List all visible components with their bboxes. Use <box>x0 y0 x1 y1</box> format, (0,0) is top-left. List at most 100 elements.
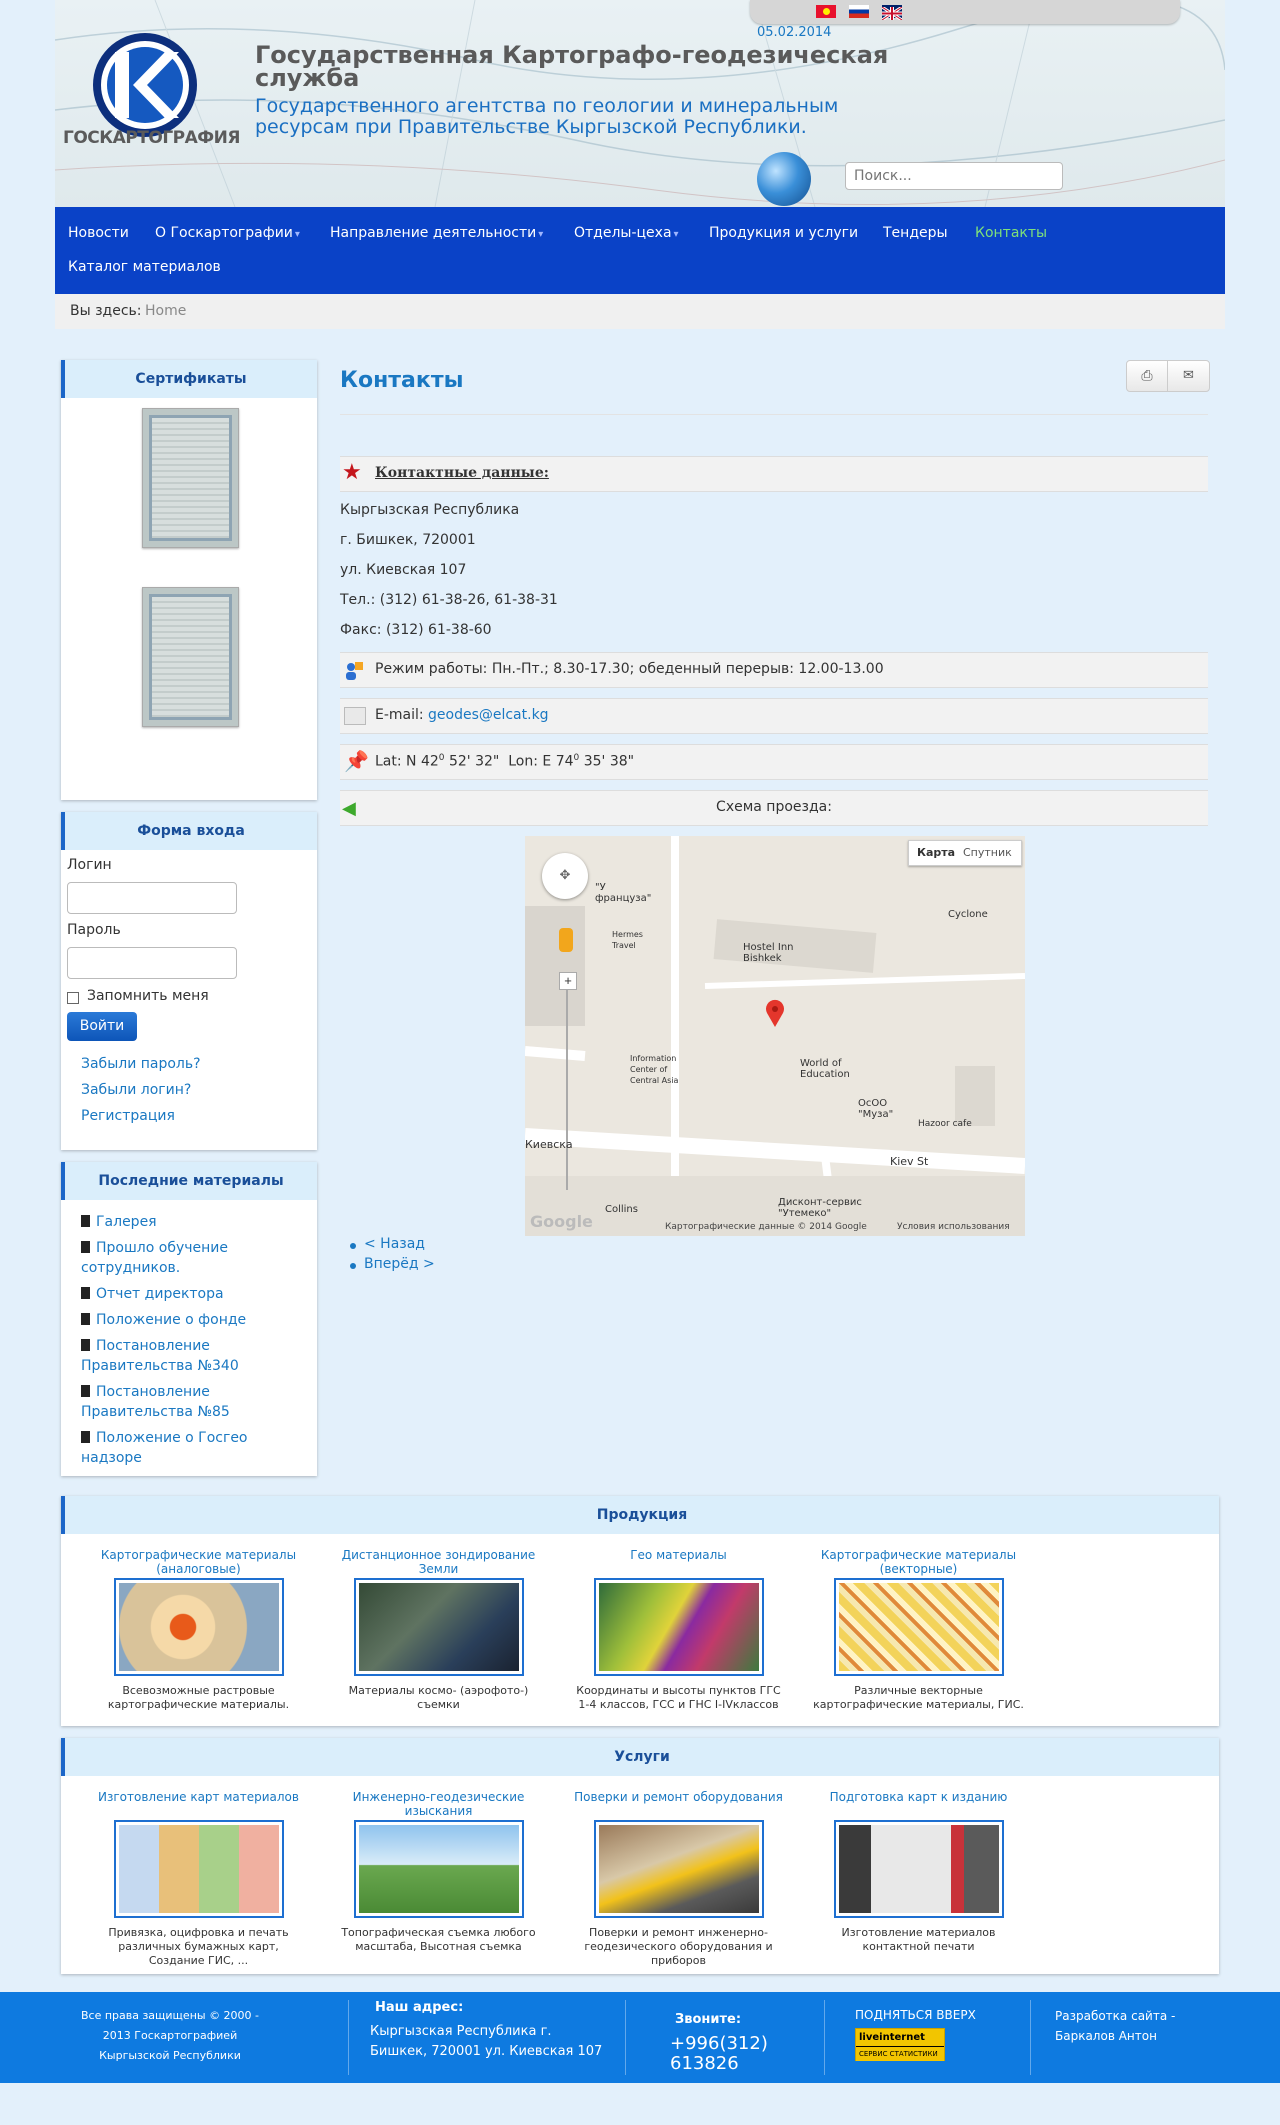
latest-item[interactable]: Галерея <box>81 1212 311 1232</box>
certificate-image[interactable] <box>142 587 239 727</box>
nav-item-about[interactable]: О Госкартографии ▾ <box>155 225 300 241</box>
divider <box>340 414 1208 415</box>
service-title[interactable]: Подготовка карт к изданию <box>811 1790 1026 1820</box>
register-link[interactable]: Регистрация <box>81 1108 175 1124</box>
latest-item[interactable]: Положение о Госгео надзоре <box>81 1428 311 1468</box>
flag-ru-icon[interactable] <box>849 5 869 18</box>
nav-item-catalog[interactable]: Каталог материалов <box>68 259 221 275</box>
service-image[interactable] <box>113 1820 284 1918</box>
certificate-image[interactable] <box>142 408 239 548</box>
map-label: Дисконт-сервис "Утемеко" <box>778 1197 862 1219</box>
service-image[interactable] <box>833 1820 1004 1918</box>
remember-checkbox[interactable] <box>67 992 79 1004</box>
dropdown-caret-icon: ▾ <box>294 229 300 240</box>
nav-item-tenders[interactable]: Тендеры <box>883 225 948 241</box>
email-label: E-mail: <box>375 707 424 723</box>
latest-articles-module: Последние материалы Галерея Прошло обуче… <box>61 1162 317 1476</box>
product-description: Различные векторные картографические мат… <box>813 1684 1024 1711</box>
prev-link[interactable]: < Назад <box>350 1236 425 1252</box>
search-input[interactable] <box>845 162 1063 190</box>
liveinternet-counter[interactable]: liveinternet СЕРВИС СТАТИСТИКИ <box>855 2028 945 2061</box>
product-title[interactable]: Дистанционное зондирование Земли <box>331 1548 546 1578</box>
envelope-icon <box>344 707 366 725</box>
flag-kg-icon[interactable] <box>816 5 836 18</box>
service-card[interactable]: Подготовка карт к изданию Изготовление м… <box>811 1790 1026 1954</box>
service-description: Поверки и ремонт инженерно-геодезическог… <box>584 1926 773 1967</box>
latest-item[interactable]: Положение о фонде <box>81 1310 311 1330</box>
login-button[interactable]: Войти <box>67 1012 137 1041</box>
username-input[interactable] <box>67 882 237 914</box>
breadcrumb: Вы здесь: Home <box>55 294 1225 329</box>
latest-item[interactable]: Постановление Правительства №340 <box>81 1336 311 1376</box>
service-card[interactable]: Инженерно-геодезические изыскания Топогр… <box>331 1790 546 1954</box>
product-card[interactable]: Картографические материалы (векторные) Р… <box>811 1548 1026 1712</box>
service-card[interactable]: Поверки и ремонт оборудования Поверки и … <box>571 1790 786 1968</box>
nav-item-contacts[interactable]: Контакты <box>975 225 1047 241</box>
service-image[interactable] <box>353 1820 524 1918</box>
password-input[interactable] <box>67 947 237 979</box>
product-title[interactable]: Картографические материалы (векторные) <box>811 1548 1026 1578</box>
password-label: Пароль <box>67 922 121 938</box>
map-marker-icon[interactable] <box>765 999 785 1027</box>
forgot-password-link[interactable]: Забыли пароль? <box>81 1056 201 1072</box>
nav-item-products[interactable]: Продукция и услуги <box>709 225 858 241</box>
document-icon <box>81 1385 90 1397</box>
zoom-in-icon[interactable]: + <box>559 972 577 990</box>
product-image[interactable] <box>593 1578 764 1676</box>
flag-en-icon[interactable] <box>881 5 903 22</box>
email-icon[interactable]: ✉ <box>1168 361 1209 391</box>
dropdown-caret-icon: ▾ <box>673 229 679 240</box>
pin-icon: 📌 <box>344 749 369 773</box>
map-type-control: Карта Спутник <box>908 840 1022 866</box>
site-title: Государственная Картографо-геодезическая… <box>255 41 889 92</box>
map-terms-link[interactable]: Условия использования <box>897 1222 1010 1232</box>
service-card[interactable]: Изготовление карт материалов Привязка, о… <box>91 1790 306 1968</box>
map-label: World of Education <box>800 1058 850 1080</box>
map-copyright: Картографические данные © 2014 Google <box>665 1222 867 1232</box>
nav-item-activity[interactable]: Направление деятельности ▾ <box>330 225 543 241</box>
products-module: Продукция Картографические материалы (ан… <box>61 1496 1219 1726</box>
product-image[interactable] <box>113 1578 284 1676</box>
email-band: E-mail: geodes@elcat.kg <box>340 698 1208 734</box>
product-title[interactable]: Картографические материалы (аналоговые) <box>91 1548 306 1578</box>
service-title[interactable]: Поверки и ремонт оборудования <box>571 1790 786 1820</box>
zoom-slider[interactable]: + − <box>559 972 577 1232</box>
site-header: ГОСКАРТОГРАФИЯ Государственная Картограф… <box>55 0 1225 207</box>
developer-credit[interactable]: Разработка сайта - Баркалов Антон <box>1055 2006 1195 2097</box>
dropdown-caret-icon: ▾ <box>538 229 544 240</box>
nav-item-news[interactable]: Новости <box>68 225 129 241</box>
product-image[interactable] <box>353 1578 524 1676</box>
latest-item[interactable]: Прошло обучение сотрудников. <box>81 1238 311 1278</box>
google-map[interactable]: ✥ + − Карта Спутник Cyclone Hermes Trave… <box>525 836 1025 1236</box>
print-icon[interactable]: ⎙ <box>1127 361 1168 391</box>
address-street: ул. Киевская 107 <box>340 562 467 578</box>
satellite-tab[interactable]: Спутник <box>963 846 1012 859</box>
hours-band: Режим работы: Пн.-Пт.; 8.30-17.30; обеде… <box>340 652 1208 688</box>
map-tab[interactable]: Карта <box>917 846 955 859</box>
services-title: Услуги <box>61 1738 1219 1776</box>
main-navigation: Новости О Госкартографии ▾ Направление де… <box>55 207 1225 294</box>
nav-item-departments[interactable]: Отделы-цеха ▾ <box>574 225 679 241</box>
map-label: Collins <box>605 1204 638 1215</box>
product-image[interactable] <box>833 1578 1004 1676</box>
product-card[interactable]: Гео материалы Координаты и высоты пункто… <box>571 1548 786 1712</box>
document-icon <box>81 1215 90 1227</box>
latest-item[interactable]: Постановление Правительства №85 <box>81 1382 311 1422</box>
product-card[interactable]: Картографические материалы (аналоговые) … <box>91 1548 306 1712</box>
service-title[interactable]: Изготовление карт материалов <box>91 1790 306 1820</box>
service-image[interactable] <box>593 1820 764 1918</box>
product-card[interactable]: Дистанционное зондирование Земли Материа… <box>331 1548 546 1712</box>
login-module: Форма входа Логин Пароль Запомнить меня … <box>61 812 317 1150</box>
latest-item[interactable]: Отчет директора <box>81 1284 311 1304</box>
footer-address: Кыргызская Республика г. Бишкек, 720001 … <box>370 2024 603 2059</box>
breadcrumb-home-link[interactable]: Home <box>145 303 186 319</box>
product-title[interactable]: Гео материалы <box>571 1548 786 1578</box>
forgot-login-link[interactable]: Забыли логин? <box>81 1082 191 1098</box>
pegman-icon[interactable] <box>559 928 573 952</box>
service-title[interactable]: Инженерно-геодезические изыскания <box>331 1790 546 1820</box>
contact-heading-band: ★ Контактные данные: <box>340 456 1208 492</box>
next-link[interactable]: Вперёд > <box>350 1256 435 1272</box>
email-link[interactable]: geodes@elcat.kg <box>428 707 549 723</box>
map-pan-control[interactable]: ✥ <box>542 853 588 899</box>
product-description: Всевозможные растровые картографические … <box>107 1684 290 1711</box>
